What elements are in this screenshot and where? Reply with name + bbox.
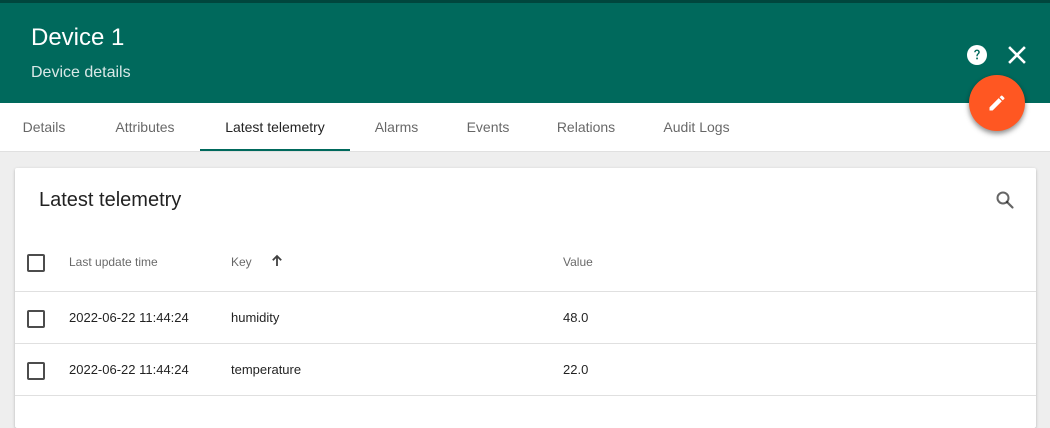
close-icon [1008, 46, 1026, 64]
tab-latest-telemetry[interactable]: Latest telemetry [200, 103, 350, 151]
select-all-checkbox[interactable] [27, 254, 45, 272]
telemetry-panel: Latest telemetry Last update time Key Va… [15, 168, 1036, 428]
panel-title: Latest telemetry [39, 189, 182, 211]
arrow-upward-icon [272, 254, 282, 266]
tab-attributes[interactable]: Attributes [90, 103, 200, 151]
search-button[interactable] [993, 188, 1017, 212]
search-icon [996, 191, 1014, 209]
column-header-value[interactable]: Value [563, 255, 593, 269]
help-circle-icon [967, 45, 987, 65]
tab-relations[interactable]: Relations [533, 103, 639, 151]
header-bar: Device 1 Device details [0, 0, 1050, 103]
help-button[interactable] [965, 43, 989, 67]
row-divider [15, 395, 1036, 396]
active-tab-indicator [200, 149, 350, 151]
cell-last-update-time: 2022-06-22 11:44:24 [69, 310, 189, 325]
tab-audit-logs[interactable]: Audit Logs [639, 103, 754, 151]
pencil-icon [989, 95, 1005, 111]
cell-key: temperature [231, 362, 302, 377]
cell-value: 48.0 [563, 310, 589, 325]
device-subtitle: Device details [31, 64, 131, 81]
tab-alarms[interactable]: Alarms [350, 103, 443, 151]
tab-bar: Details Attributes Latest telemetry Alar… [0, 103, 1050, 152]
row-checkbox[interactable] [27, 310, 45, 328]
cell-key: humidity [231, 310, 280, 325]
tab-events[interactable]: Events [443, 103, 533, 151]
row-divider [15, 343, 1036, 344]
column-header-last-update-time[interactable]: Last update time [69, 255, 158, 269]
device-title: Device 1 [31, 24, 125, 51]
row-checkbox[interactable] [27, 362, 45, 380]
cell-value: 22.0 [563, 362, 589, 377]
sort-ascending-icon[interactable] [270, 254, 284, 268]
header-divider [15, 291, 1036, 292]
edit-button[interactable] [969, 75, 1025, 131]
cell-last-update-time: 2022-06-22 11:44:24 [69, 362, 189, 377]
tab-details[interactable]: Details [0, 103, 88, 151]
close-button[interactable] [1006, 44, 1028, 66]
column-header-key[interactable]: Key [231, 255, 252, 269]
